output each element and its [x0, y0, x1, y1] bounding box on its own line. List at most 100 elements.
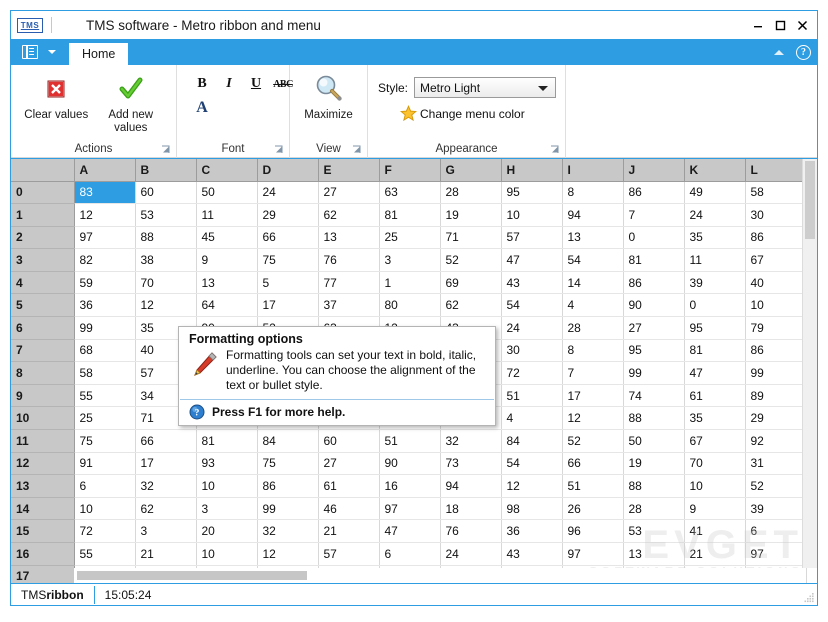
cell-A11[interactable]: 75 [74, 429, 136, 453]
cell-A15[interactable]: 72 [74, 519, 136, 543]
cell-F11[interactable]: 51 [379, 429, 441, 453]
cell-E15[interactable]: 21 [318, 519, 380, 543]
cell-E14[interactable]: 46 [318, 497, 380, 521]
row-header-13[interactable]: 13 [11, 474, 75, 498]
cell-L1[interactable]: 30 [745, 203, 807, 227]
clear-values-button[interactable]: Clear values [19, 71, 94, 122]
cell-L2[interactable]: 86 [745, 226, 807, 250]
column-header-h[interactable]: H [501, 159, 563, 182]
column-header-d[interactable]: D [257, 159, 319, 182]
cell-K12[interactable]: 70 [684, 452, 746, 476]
cell-L15[interactable]: 6 [745, 519, 807, 543]
cell-L14[interactable]: 39 [745, 497, 807, 521]
vertical-scrollbar[interactable] [802, 159, 817, 568]
cell-J6[interactable]: 27 [623, 316, 685, 340]
cell-J9[interactable]: 74 [623, 384, 685, 408]
column-header-g[interactable]: G [440, 159, 502, 182]
cell-G4[interactable]: 69 [440, 271, 502, 295]
cell-C0[interactable]: 50 [196, 181, 258, 205]
cell-I12[interactable]: 66 [562, 452, 624, 476]
cell-A4[interactable]: 59 [74, 271, 136, 295]
cell-G0[interactable]: 28 [440, 181, 502, 205]
cell-I14[interactable]: 26 [562, 497, 624, 521]
cell-E2[interactable]: 13 [318, 226, 380, 250]
row-header-0[interactable]: 0 [11, 181, 75, 205]
cell-G12[interactable]: 73 [440, 452, 502, 476]
cell-H2[interactable]: 57 [501, 226, 563, 250]
cell-E5[interactable]: 37 [318, 293, 380, 318]
cell-A2[interactable]: 97 [74, 226, 136, 250]
vertical-scrollbar-thumb[interactable] [805, 161, 815, 239]
cell-A3[interactable]: 82 [74, 248, 136, 272]
cell-L12[interactable]: 31 [745, 452, 807, 476]
bold-icon[interactable]: B [191, 73, 213, 95]
cell-K5[interactable]: 0 [684, 293, 746, 318]
cell-I0[interactable]: 8 [562, 181, 624, 205]
cell-B13[interactable]: 32 [135, 474, 197, 498]
cell-B1[interactable]: 53 [135, 203, 197, 227]
row-header-11[interactable]: 11 [11, 429, 75, 453]
horizontal-scrollbar[interactable] [74, 568, 802, 583]
italic-icon[interactable]: I [218, 73, 240, 95]
cell-K1[interactable]: 24 [684, 203, 746, 227]
cell-C1[interactable]: 11 [196, 203, 258, 227]
cell-H10[interactable]: 4 [501, 406, 563, 431]
cell-K7[interactable]: 81 [684, 339, 746, 363]
cell-J3[interactable]: 81 [623, 248, 685, 272]
cell-I5[interactable]: 4 [562, 293, 624, 318]
column-header-k[interactable]: K [684, 159, 746, 182]
maximize-view-button[interactable]: Maximize [292, 71, 366, 122]
cell-I8[interactable]: 7 [562, 361, 624, 385]
cell-K3[interactable]: 11 [684, 248, 746, 272]
cell-L6[interactable]: 79 [745, 316, 807, 340]
cell-A8[interactable]: 58 [74, 361, 136, 385]
cell-K10[interactable]: 35 [684, 406, 746, 431]
cell-H5[interactable]: 54 [501, 293, 563, 318]
cell-E3[interactable]: 76 [318, 248, 380, 272]
cell-B16[interactable]: 21 [135, 542, 197, 566]
cell-H1[interactable]: 10 [501, 203, 563, 227]
cell-J11[interactable]: 50 [623, 429, 685, 453]
cell-F14[interactable]: 97 [379, 497, 441, 521]
cell-G16[interactable]: 24 [440, 542, 502, 566]
cell-H14[interactable]: 98 [501, 497, 563, 521]
cell-L5[interactable]: 10 [745, 293, 807, 318]
cell-K9[interactable]: 61 [684, 384, 746, 408]
cell-C11[interactable]: 81 [196, 429, 258, 453]
row-header-7[interactable]: 7 [11, 339, 75, 363]
cell-F5[interactable]: 80 [379, 293, 441, 318]
add-new-values-button[interactable]: Add new values [94, 71, 169, 135]
cell-H6[interactable]: 24 [501, 316, 563, 340]
cell-D11[interactable]: 84 [257, 429, 319, 453]
cell-H4[interactable]: 43 [501, 271, 563, 295]
cell-B15[interactable]: 3 [135, 519, 197, 543]
cell-J12[interactable]: 19 [623, 452, 685, 476]
column-header-j[interactable]: J [623, 159, 685, 182]
cell-H0[interactable]: 95 [501, 181, 563, 205]
cell-F4[interactable]: 1 [379, 271, 441, 295]
row-header-15[interactable]: 15 [11, 519, 75, 543]
cell-G15[interactable]: 76 [440, 519, 502, 543]
cell-J15[interactable]: 53 [623, 519, 685, 543]
cell-A16[interactable]: 55 [74, 542, 136, 566]
row-header-17[interactable]: 17 [11, 565, 75, 583]
dialog-launcher-icon[interactable] [274, 145, 284, 155]
cell-A6[interactable]: 99 [74, 316, 136, 340]
cell-K8[interactable]: 47 [684, 361, 746, 385]
cell-D16[interactable]: 12 [257, 542, 319, 566]
cell-A12[interactable]: 91 [74, 452, 136, 476]
cell-J14[interactable]: 28 [623, 497, 685, 521]
cell-L3[interactable]: 67 [745, 248, 807, 272]
font-color-icon[interactable]: A [191, 97, 213, 119]
cell-A14[interactable]: 10 [74, 497, 136, 521]
cell-K13[interactable]: 10 [684, 474, 746, 498]
cell-E16[interactable]: 57 [318, 542, 380, 566]
cell-G3[interactable]: 52 [440, 248, 502, 272]
cell-G1[interactable]: 19 [440, 203, 502, 227]
cell-B0[interactable]: 60 [135, 181, 197, 205]
cell-F2[interactable]: 25 [379, 226, 441, 250]
close-button[interactable] [791, 14, 813, 36]
cell-D0[interactable]: 24 [257, 181, 319, 205]
row-header-14[interactable]: 14 [11, 497, 75, 521]
cell-J4[interactable]: 86 [623, 271, 685, 295]
